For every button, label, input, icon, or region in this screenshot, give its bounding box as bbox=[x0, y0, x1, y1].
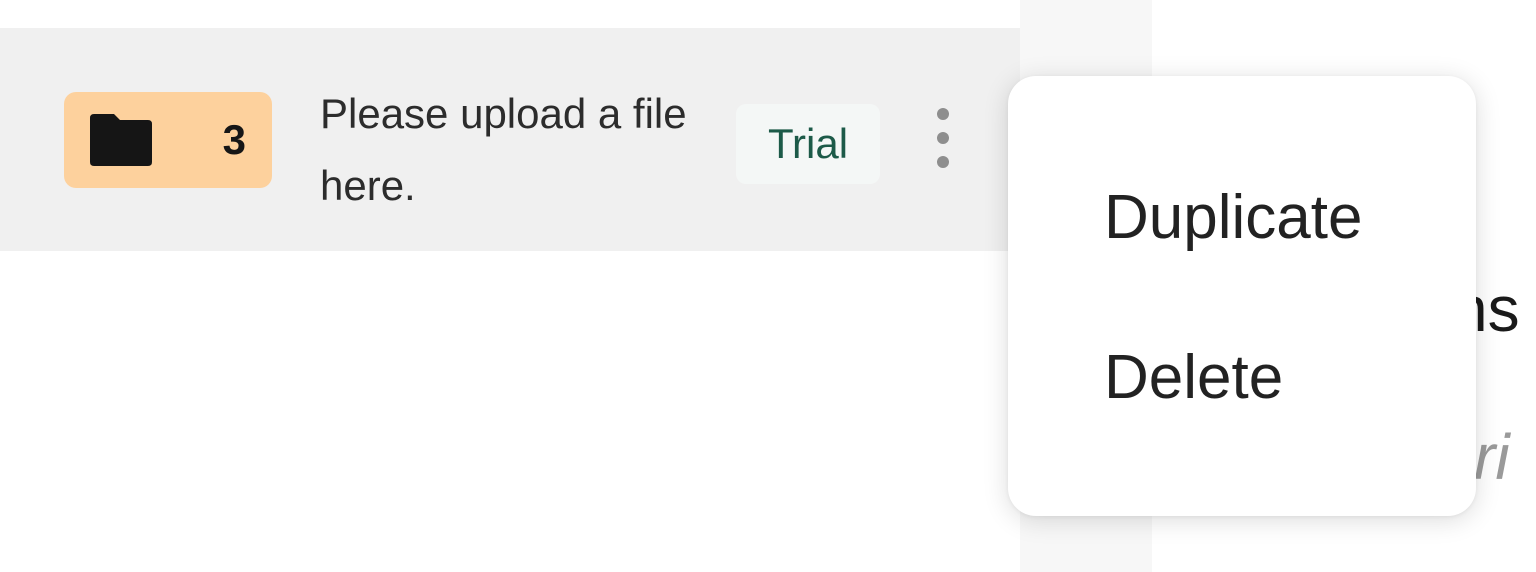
list-item[interactable]: 3 Please upload a file here. Trial bbox=[0, 28, 1020, 251]
file-upload-prompt: Please upload a file here. bbox=[320, 90, 687, 209]
menu-item-duplicate[interactable]: Duplicate bbox=[1008, 158, 1476, 278]
menu-item-delete[interactable]: Delete bbox=[1008, 318, 1476, 438]
context-menu: Duplicate Delete bbox=[1008, 76, 1476, 516]
file-count: 3 bbox=[222, 116, 246, 163]
more-options-button[interactable] bbox=[922, 108, 964, 168]
status-badge: Trial bbox=[736, 104, 880, 184]
left-pane: 3 Please upload a file here. Trial bbox=[0, 0, 1020, 572]
folder-icon bbox=[90, 114, 152, 166]
file-count-badge: 3 bbox=[64, 92, 272, 188]
